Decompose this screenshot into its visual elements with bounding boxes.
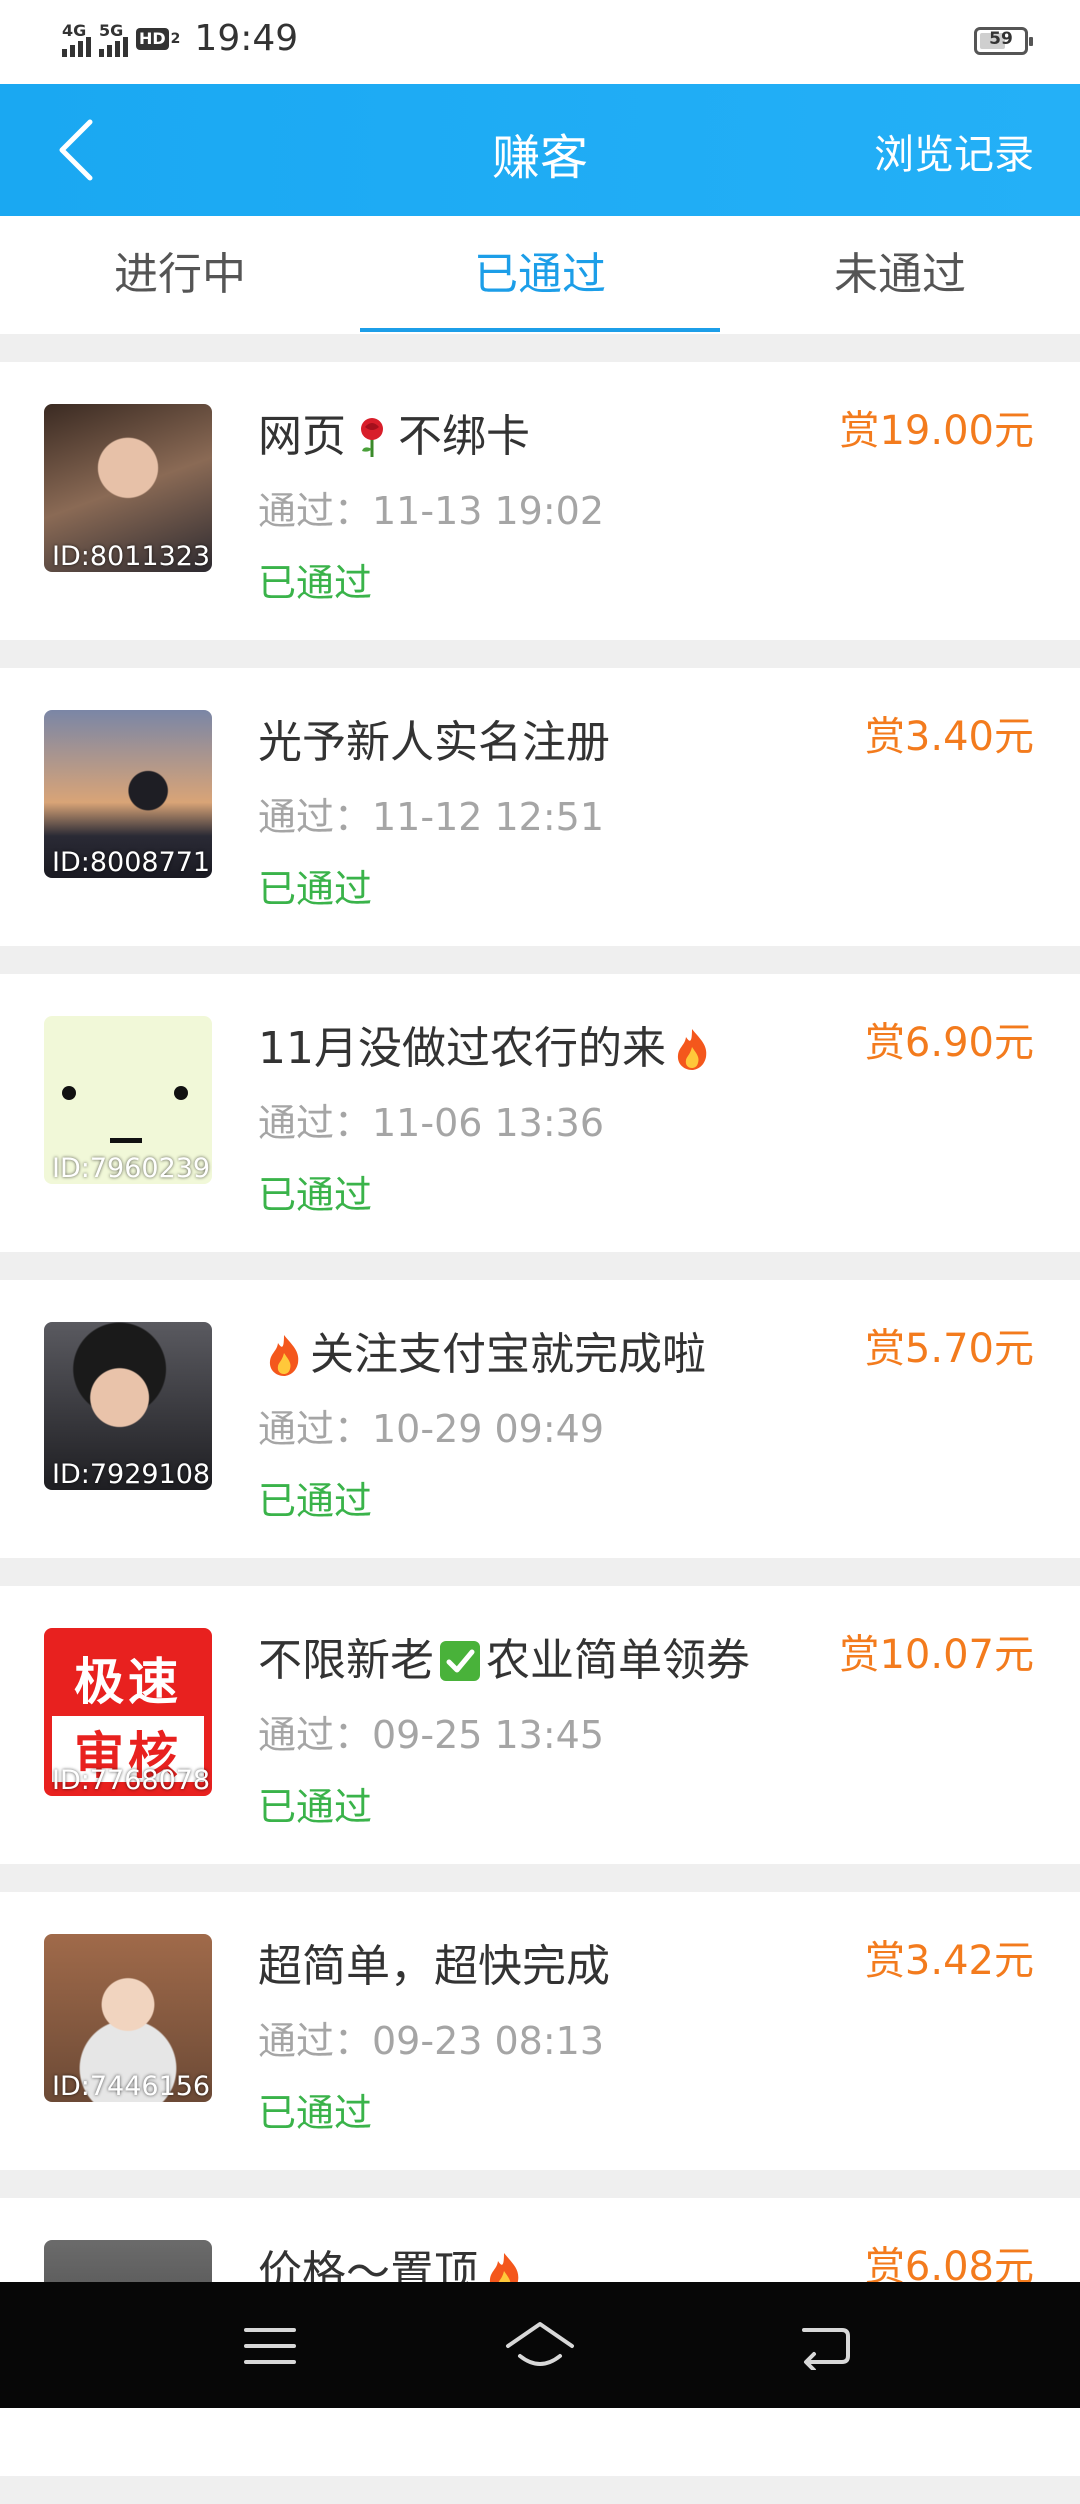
task-approved-time: 通过：11-13 19:02	[258, 489, 605, 533]
task-id: ID:7929108	[52, 1459, 211, 1490]
task-status: 已通过	[258, 561, 373, 605]
task-approved-time: 通过：10-29 09:49	[258, 1407, 605, 1451]
task-status: 已通过	[258, 2091, 373, 2135]
task-name-part: 关注支付宝就完成啦	[310, 1329, 706, 1380]
task-id: ID:7446156	[52, 2071, 211, 2102]
task-approved-time: 通过：11-06 13:36	[258, 1101, 605, 1145]
browse-history-button[interactable]: 浏览记录	[874, 122, 1034, 180]
network-type-label: 5G	[99, 20, 124, 40]
task-item[interactable]: ID:8011323 网页 不绑卡 赏19.00元 通过：11-13 19:02…	[0, 362, 1080, 640]
fire-icon	[269, 1335, 299, 1376]
task-thumbnail: ID:7446156	[44, 1934, 212, 2102]
task-name: 11月没做过农行的来	[258, 1012, 718, 1076]
battery-level: 59	[989, 29, 1013, 49]
hd-icon: HD	[136, 27, 169, 50]
task-status: 已通过	[258, 1479, 373, 1523]
signal-icon: 5G	[99, 21, 128, 57]
menu-button[interactable]	[234, 2310, 306, 2382]
task-id: ID:7960239	[52, 1153, 211, 1184]
system-nav-bar	[0, 2282, 1080, 2408]
task-item[interactable]: ID:7960239 11月没做过农行的来 赏6.90元 通过：11-06 13…	[0, 974, 1080, 1252]
task-id: ID:8011323	[52, 541, 211, 572]
task-name: 超简单，超快完成	[258, 1941, 610, 1992]
task-reward: 赏3.42元	[864, 1938, 1034, 1984]
network-type-label: 4G	[62, 20, 87, 40]
task-name-part: 不绑卡	[398, 411, 530, 462]
task-reward: 赏5.70元	[864, 1326, 1034, 1372]
task-status: 已通过	[258, 1785, 373, 1829]
task-name-part: 11月没做过农行的来	[258, 1023, 666, 1074]
task-reward: 赏6.90元	[864, 1020, 1034, 1066]
task-reward: 赏19.00元	[839, 408, 1034, 454]
task-approved-time: 通过：09-23 08:13	[258, 2019, 605, 2063]
home-icon	[506, 2322, 574, 2366]
back-nav-button[interactable]	[788, 2310, 860, 2382]
task-status: 已通过	[258, 867, 373, 911]
task-name: 光予新人实名注册	[258, 717, 610, 768]
face-mouth	[110, 1138, 142, 1143]
menu-icon	[244, 2328, 296, 2364]
status-indicators: 4G 5G HD 2 19:49	[62, 18, 298, 59]
task-status: 已通过	[258, 1173, 373, 1217]
app-header: 赚客 浏览记录	[0, 84, 1080, 216]
check-mark-icon	[440, 1641, 480, 1681]
fire-icon	[677, 1029, 707, 1070]
task-thumbnail: ID:7960239	[44, 1016, 212, 1184]
task-name-part: 网页	[258, 411, 346, 462]
task-thumbnail: ID:8008771	[44, 710, 212, 878]
task-name: 不限新老 农业简单领券	[258, 1624, 750, 1688]
rose-icon	[361, 418, 383, 457]
task-name-part: 农业简单领券	[486, 1635, 750, 1686]
tab-approved[interactable]: 已通过	[360, 216, 720, 334]
task-thumbnail: 极速 审核 ID:7768078	[44, 1628, 212, 1796]
home-button[interactable]	[504, 2310, 576, 2382]
active-tab-indicator	[360, 328, 720, 332]
tab-bar: 进行中 已通过 未通过	[0, 216, 1080, 334]
thumbnail-text: 极速	[74, 1653, 182, 1711]
tab-in-progress[interactable]: 进行中	[0, 216, 360, 334]
task-approved-time: 通过：11-12 12:51	[258, 795, 605, 839]
clock: 19:49	[194, 18, 299, 59]
task-thumbnail: ID:8011323	[44, 404, 212, 572]
task-reward: 赏10.07元	[839, 1632, 1034, 1678]
battery-icon: 59	[974, 27, 1033, 55]
hd-sub-label: 2	[170, 30, 181, 47]
task-thumbnail: ID:7929108	[44, 1322, 212, 1490]
task-item[interactable]: ID:7929108 关注支付宝就完成啦 赏5.70元 通过：10-29 09:…	[0, 1280, 1080, 1558]
face-eye	[62, 1086, 76, 1100]
task-name: 网页 不绑卡	[258, 400, 530, 464]
task-approved-time: 通过：09-25 13:45	[258, 1713, 605, 1757]
task-id: ID:7768078	[52, 1765, 211, 1796]
task-item[interactable]: ID:8008771 光予新人实名注册 赏3.40元 通过：11-12 12:5…	[0, 668, 1080, 946]
face-eye	[174, 1086, 188, 1100]
task-id: ID:8008771	[52, 847, 211, 878]
task-item[interactable]: ID:7446156 超简单，超快完成 赏3.42元 通过：09-23 08:1…	[0, 1892, 1080, 2170]
tab-rejected[interactable]: 未通过	[720, 216, 1080, 334]
task-reward: 赏3.40元	[864, 714, 1034, 760]
task-name: 关注支付宝就完成啦	[258, 1318, 706, 1382]
back-icon	[802, 2328, 850, 2370]
task-list: ID:8011323 网页 不绑卡 赏19.00元 通过：11-13 19:02…	[0, 362, 1080, 2504]
status-bar: 4G 5G HD 2 19:49 59	[0, 0, 1080, 84]
task-name-part: 不限新老	[258, 1635, 434, 1686]
task-item[interactable]: 极速 审核 ID:7768078 不限新老 农业简单领券 赏10.07元 通过：…	[0, 1586, 1080, 1864]
signal-icon: 4G	[62, 21, 91, 57]
